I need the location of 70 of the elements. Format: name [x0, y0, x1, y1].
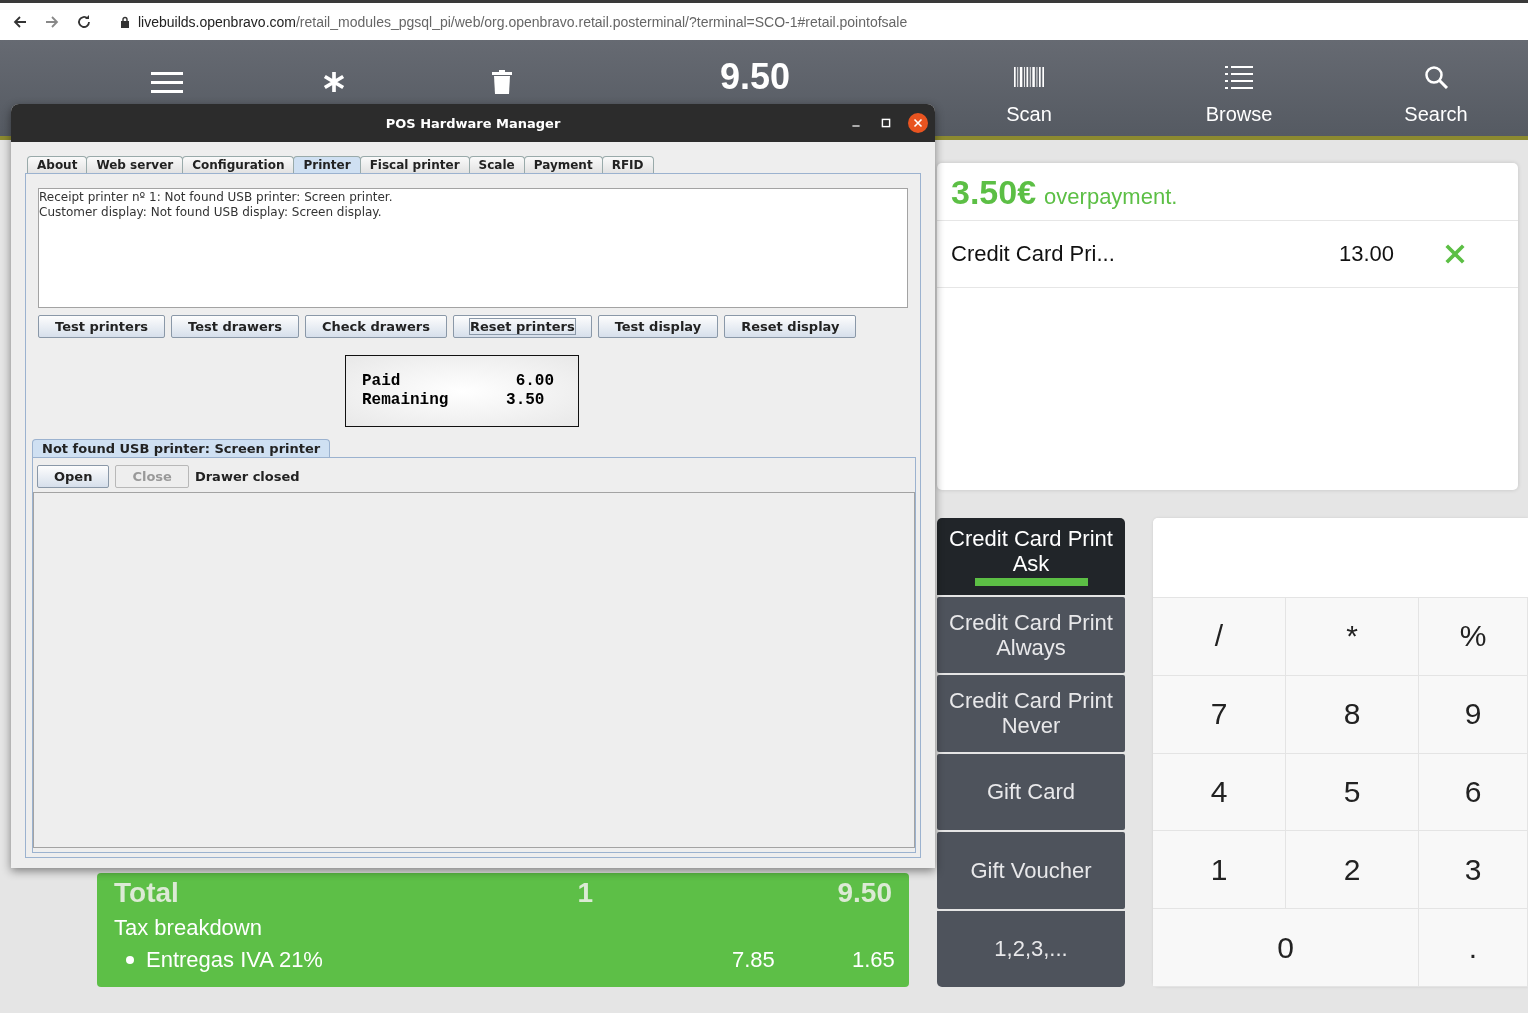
total-amount: 9.50 [719, 56, 791, 98]
payment-method-button[interactable]: Gift Card [937, 753, 1125, 830]
overpayment-amount: 3.50€ [951, 173, 1037, 212]
keypad-key[interactable]: 4 [1153, 753, 1286, 832]
keypad-key[interactable]: % [1419, 598, 1528, 676]
action-button[interactable]: Test printers [38, 315, 166, 338]
keypad-key[interactable]: * [1286, 598, 1419, 676]
action-button[interactable]: Reset display [724, 315, 857, 338]
trash-icon[interactable] [491, 70, 513, 94]
payment-method-button[interactable]: Credit Card Print Ask [937, 518, 1125, 595]
search-button[interactable]: Search [1396, 50, 1476, 126]
window-title: POS Hardware Manager [385, 115, 561, 131]
keypad-key[interactable]: 0 [1153, 909, 1419, 987]
tab[interactable]: Fiscal printer [359, 156, 470, 173]
drawer-status: Drawer closed [194, 469, 300, 484]
menu-icon[interactable] [151, 71, 183, 93]
browse-button[interactable]: Browse [1197, 50, 1281, 126]
keypad-key[interactable]: 5 [1286, 753, 1419, 832]
payment-method-button[interactable]: Credit Card Print Always [937, 596, 1125, 673]
reload-icon[interactable] [76, 13, 92, 30]
action-button[interactable]: Test display [597, 315, 719, 338]
log-line: Receipt printer nº 1: Not found USB printer: Screen printer. [39, 190, 394, 205]
total-units: 1 [577, 877, 595, 909]
overpayment-text: overpayment. [1044, 184, 1178, 210]
keypad-key[interactable]: 9 [1419, 675, 1528, 754]
close-icon[interactable] [908, 113, 928, 133]
display-line: Remaining 3.50 [362, 391, 546, 410]
total-label: Total [114, 877, 180, 909]
keypad-key[interactable]: 3 [1419, 831, 1528, 910]
keypad-key[interactable]: 6 [1419, 753, 1528, 832]
payment-method-button[interactable]: Credit Card Print Never [937, 675, 1125, 752]
action-button[interactable]: Check drawers [304, 315, 447, 338]
back-icon[interactable] [12, 13, 28, 30]
bullet-icon [126, 956, 134, 964]
maximize-icon[interactable] [880, 117, 892, 129]
tab[interactable]: Configuration [182, 156, 295, 173]
tax-title: Tax breakdown [114, 915, 263, 941]
keypad-key[interactable]: 1 [1153, 831, 1286, 910]
display-line: Paid 6.00 [362, 372, 556, 391]
tab[interactable]: RFID [601, 156, 654, 173]
total-value: 9.50 [837, 877, 892, 909]
printer-tab[interactable]: Not found USB printer: Screen printer [32, 439, 331, 457]
tab[interactable]: Printer [293, 156, 361, 173]
tab[interactable]: Scale [468, 156, 525, 173]
keypad-key[interactable]: / [1153, 598, 1286, 676]
keypad-key[interactable]: 7 [1153, 675, 1286, 754]
tax-amount: 1.65 [852, 947, 892, 973]
keypad-key[interactable]: 8 [1286, 675, 1419, 754]
forward-icon[interactable] [44, 13, 60, 30]
tab[interactable]: Payment [523, 156, 603, 173]
keypad-key[interactable]: 2 [1286, 831, 1419, 910]
address-field[interactable]: livebuilds.openbravo.com/retail_modules_pgsql_pi/web/org.openbravo.retail.posterminal/?terminal=SCO-1#retail.pointofsale [138, 13, 908, 30]
asterisk-icon[interactable] [323, 70, 345, 94]
tab[interactable]: Web server [86, 156, 184, 173]
scan-button[interactable]: Scan [998, 50, 1060, 126]
list-icon [1224, 64, 1254, 89]
drawer-button[interactable]: Open [37, 465, 110, 488]
payment-amount: 13.00 [1338, 241, 1394, 267]
tax-name: Entregas IVA 21% [146, 947, 324, 973]
action-button[interactable]: Test drawers [171, 315, 299, 338]
lock-icon [120, 15, 130, 28]
payment-method-button[interactable]: Gift Voucher [937, 832, 1125, 909]
log-line: Customer display: Not found USB display: Screen display. [39, 205, 383, 220]
payment-name: Credit Card Pri... [951, 241, 1116, 267]
tax-base: 7.85 [732, 947, 776, 973]
payment-method-button[interactable]: 1,2,3,... [937, 910, 1125, 987]
action-button[interactable]: Reset printers [452, 315, 592, 338]
barcode-icon [1014, 64, 1044, 89]
tab[interactable]: About [27, 156, 88, 173]
keypad-key[interactable]: . [1419, 909, 1528, 987]
